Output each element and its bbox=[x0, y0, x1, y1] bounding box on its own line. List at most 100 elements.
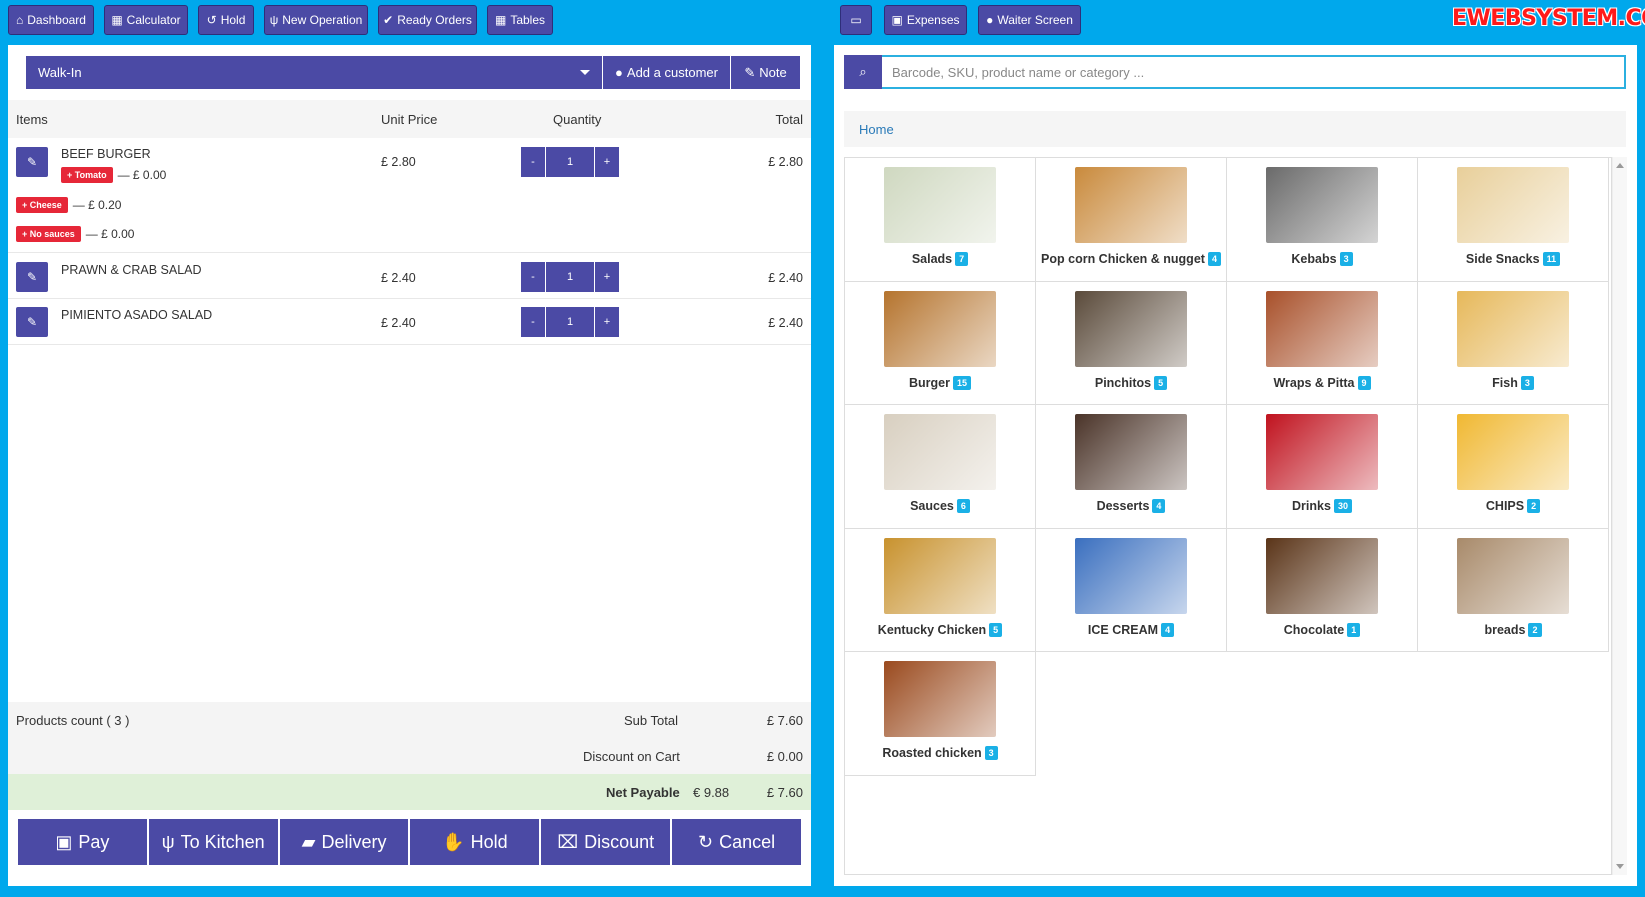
category-tile[interactable]: breads 2 bbox=[1418, 528, 1609, 652]
brand-logo: EWEBSYSTEM.COM bbox=[1452, 6, 1645, 31]
category-count-badge: 6 bbox=[956, 499, 970, 513]
category-label: Desserts 4 bbox=[1093, 499, 1170, 513]
customer-select[interactable]: Walk-In bbox=[26, 56, 602, 89]
increase-button[interactable]: + bbox=[595, 147, 619, 177]
quantity-input[interactable]: 1 bbox=[545, 262, 595, 292]
edit-icon: ✎ bbox=[26, 315, 38, 329]
expenses-button[interactable]: ▣ Expenses bbox=[884, 5, 967, 35]
search-icon[interactable]: ⌕ bbox=[844, 55, 882, 89]
item-unit-price: £ 2.80 bbox=[381, 155, 416, 169]
category-label: breads 2 bbox=[1480, 622, 1545, 637]
subtotal-value: £ 7.60 bbox=[766, 713, 803, 728]
note-button[interactable]: ✎ Note bbox=[730, 56, 800, 89]
category-tile[interactable]: Pinchitos 5 bbox=[1036, 281, 1227, 405]
discount-row: Discount on Cart £ 0.00 bbox=[8, 738, 811, 774]
category-tile[interactable]: CHIPS 2 bbox=[1418, 405, 1609, 529]
category-tile[interactable]: Burger 15 bbox=[845, 281, 1036, 405]
category-label: Fish 3 bbox=[1488, 375, 1538, 390]
edit-item-button[interactable]: ✎ bbox=[16, 262, 48, 292]
category-image bbox=[1266, 537, 1378, 614]
category-tile[interactable]: Roasted chicken 3 bbox=[845, 652, 1036, 776]
increase-button[interactable]: + bbox=[595, 262, 619, 292]
category-tile[interactable]: Salads 7 bbox=[845, 158, 1036, 282]
category-label: Burger 15 bbox=[905, 375, 975, 390]
modifier-badge: + Cheese bbox=[16, 197, 68, 213]
category-count-badge: 2 bbox=[1527, 499, 1541, 513]
scroll-down-icon[interactable] bbox=[1616, 864, 1624, 869]
search-bar: ⌕ Barcode, SKU, product name or category… bbox=[844, 55, 1626, 89]
dashboard-button[interactable]: ⌂ Dashboard bbox=[8, 5, 94, 35]
category-image bbox=[884, 537, 996, 614]
category-tile[interactable]: Pop corn Chicken & nugget 4 bbox=[1036, 158, 1227, 282]
quantity-input[interactable]: 1 bbox=[545, 307, 595, 337]
discount-value: £ 0.00 bbox=[766, 749, 803, 764]
window-button[interactable]: ▭ bbox=[840, 5, 872, 35]
category-label: Sauces 6 bbox=[906, 499, 974, 513]
edit-item-button[interactable]: ✎ bbox=[16, 147, 48, 177]
search-input[interactable]: Barcode, SKU, product name or category .… bbox=[882, 55, 1626, 89]
category-tile[interactable]: Sauces 6 bbox=[845, 405, 1036, 529]
category-count-badge: 4 bbox=[1161, 622, 1175, 637]
quantity-stepper: - 1 + bbox=[521, 307, 619, 337]
edit-icon: ✎ bbox=[26, 270, 38, 284]
category-label: Roasted chicken 3 bbox=[878, 746, 1001, 760]
header-quantity: Quantity bbox=[553, 112, 602, 127]
category-count-badge: 11 bbox=[1542, 252, 1561, 266]
calculator-button[interactable]: ▦ Calculator bbox=[104, 5, 188, 35]
category-name: Fish bbox=[1492, 375, 1518, 390]
products-count: Products count ( 3 ) bbox=[16, 713, 130, 728]
hold-button[interactable]: ✋ Hold bbox=[410, 819, 542, 865]
scrollbar[interactable] bbox=[1612, 157, 1627, 875]
new-operation-button[interactable]: ψ New Operation bbox=[264, 5, 368, 35]
decrease-button[interactable]: - bbox=[521, 147, 545, 177]
increase-button[interactable]: + bbox=[595, 307, 619, 337]
waiter-screen-button[interactable]: ● Waiter Screen bbox=[978, 5, 1081, 35]
category-tile[interactable]: ICE CREAM 4 bbox=[1036, 528, 1227, 652]
category-name: Desserts bbox=[1096, 499, 1150, 513]
category-tile[interactable]: Kentucky Chicken 5 bbox=[845, 528, 1036, 652]
category-count-badge: 1 bbox=[1347, 622, 1361, 637]
category-tile[interactable]: Side Snacks 11 bbox=[1418, 158, 1609, 282]
decrease-button[interactable]: - bbox=[521, 307, 545, 337]
cart-row: ✎ BEEF BURGER + Tomato — £ 0.00 + Cheese —… bbox=[8, 138, 811, 253]
hold-top-button[interactable]: ↺ Hold bbox=[198, 5, 254, 35]
decrease-button[interactable]: - bbox=[521, 262, 545, 292]
category-tile[interactable]: Kebabs 3 bbox=[1227, 158, 1418, 282]
category-tile[interactable]: Fish 3 bbox=[1418, 281, 1609, 405]
hand-icon: ✋ bbox=[442, 831, 465, 852]
category-image bbox=[1457, 290, 1569, 367]
category-image bbox=[1266, 290, 1378, 367]
category-tile[interactable]: Chocolate 1 bbox=[1227, 528, 1418, 652]
category-label: Drinks 30 bbox=[1288, 499, 1356, 513]
ready-orders-button[interactable]: ✔ Ready Orders bbox=[378, 5, 477, 35]
cancel-button[interactable]: ↻ Cancel bbox=[672, 819, 801, 865]
category-label: Chocolate 1 bbox=[1280, 622, 1364, 637]
category-count-badge: 3 bbox=[1339, 252, 1353, 266]
category-count-badge: 2 bbox=[1528, 622, 1542, 637]
product-panel: ⌕ Barcode, SKU, product name or category… bbox=[834, 45, 1637, 886]
item-unit-price: £ 2.40 bbox=[381, 316, 416, 330]
subtotal-row: Products count ( 3 ) Sub Total £ 7.60 bbox=[8, 702, 811, 738]
quantity-stepper: - 1 + bbox=[521, 262, 619, 292]
delivery-button[interactable]: ▰ Delivery bbox=[279, 819, 411, 865]
discount-button[interactable]: ⌧ Discount bbox=[541, 819, 673, 865]
category-tile[interactable]: Drinks 30 bbox=[1227, 405, 1418, 529]
edit-item-button[interactable]: ✎ bbox=[16, 307, 48, 337]
item-name: PIMIENTO ASADO SALAD bbox=[61, 308, 213, 322]
category-name: breads bbox=[1484, 622, 1526, 637]
category-tile[interactable]: Desserts 4 bbox=[1036, 405, 1227, 529]
quantity-stepper: - 1 + bbox=[521, 147, 619, 177]
category-name: Sauces bbox=[910, 499, 954, 513]
header-items: Items bbox=[16, 112, 48, 127]
quantity-input[interactable]: 1 bbox=[545, 147, 595, 177]
category-name: Kebabs bbox=[1291, 252, 1337, 266]
to-kitchen-button[interactable]: ψ To Kitchen bbox=[148, 819, 280, 865]
pay-button[interactable]: ▣ Pay bbox=[18, 819, 149, 865]
scroll-up-icon[interactable] bbox=[1616, 163, 1624, 168]
category-count-badge: 3 bbox=[1520, 375, 1534, 390]
category-image bbox=[1075, 537, 1187, 614]
category-tile[interactable]: Wraps & Pitta 9 bbox=[1227, 281, 1418, 405]
add-customer-button[interactable]: ● Add a customer bbox=[602, 56, 730, 89]
tables-button[interactable]: ▦ Tables bbox=[487, 5, 553, 35]
breadcrumb-home[interactable]: Home bbox=[859, 122, 894, 137]
